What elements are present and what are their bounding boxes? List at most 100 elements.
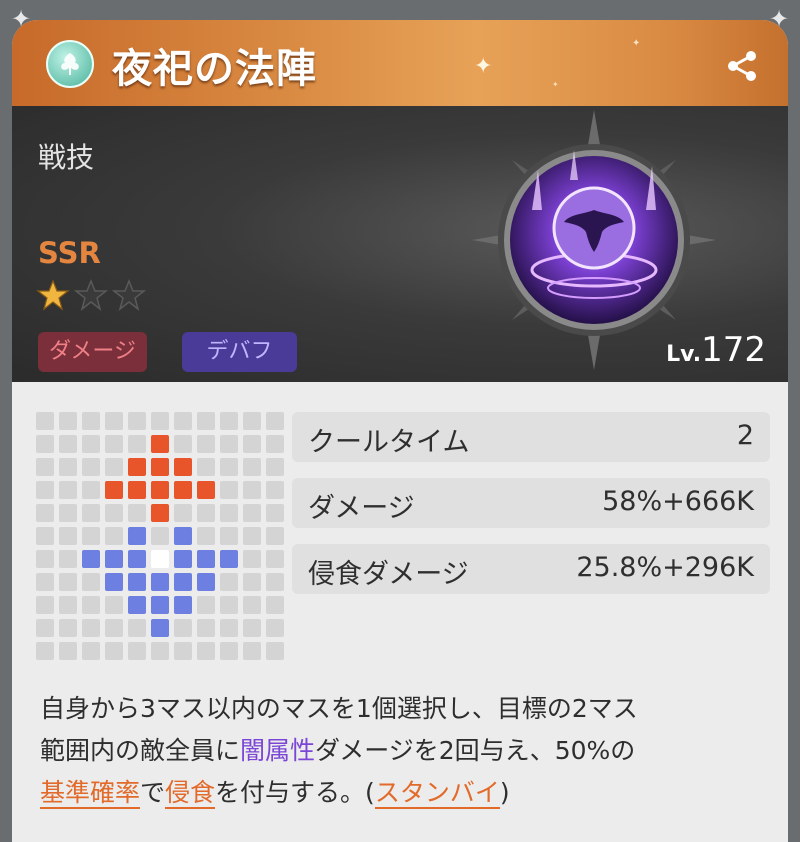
- range-cell-empty: [82, 527, 100, 545]
- range-cell-reach: [128, 527, 146, 545]
- keyword-erosion[interactable]: 侵食: [165, 778, 216, 809]
- range-cell-empty: [128, 619, 146, 637]
- range-cell-target: [174, 481, 192, 499]
- range-cell-empty: [59, 573, 77, 591]
- description-text: ダメージを2回与え、50%の: [315, 736, 636, 765]
- range-cell-target: [128, 458, 146, 476]
- stat-row-damage: ダメージ 58%+666K: [292, 478, 770, 528]
- range-cell-empty: [243, 481, 261, 499]
- range-cell-empty: [220, 642, 238, 660]
- description-text: を付与する。(: [215, 778, 375, 807]
- range-cell-empty: [128, 504, 146, 522]
- range-cell-empty: [128, 642, 146, 660]
- range-cell-empty: [59, 642, 77, 660]
- range-cell-reach: [128, 596, 146, 614]
- skill-details: クールタイム 2 ダメージ 58%+666K 侵食ダメージ 25.8%+296K…: [12, 382, 788, 842]
- description-text: 範囲内の敵全員に: [40, 736, 241, 765]
- description-line: 自身から3マス以内のマスを1個選択し、目標の2マス: [40, 694, 638, 723]
- range-cell-self: [151, 550, 169, 568]
- range-cell-empty: [59, 596, 77, 614]
- range-cell-reach: [151, 596, 169, 614]
- rarity-label: SSR: [38, 236, 101, 270]
- range-cell-empty: [82, 642, 100, 660]
- star-empty-icon: [73, 278, 109, 311]
- range-cell-empty: [174, 412, 192, 430]
- range-cell-empty: [266, 527, 284, 545]
- description-text: ): [499, 778, 510, 807]
- range-cell-empty: [82, 619, 100, 637]
- range-cell-empty: [36, 596, 54, 614]
- range-cell-empty: [266, 596, 284, 614]
- range-cell-empty: [36, 527, 54, 545]
- stat-label: クールタイム: [308, 427, 470, 458]
- range-cell-empty: [151, 642, 169, 660]
- range-cell-empty: [82, 481, 100, 499]
- range-cell-empty: [174, 619, 192, 637]
- range-cell-empty: [243, 458, 261, 476]
- range-cell-empty: [105, 642, 123, 660]
- skill-hero: 戦技 SSR ダメージ デバフ Lv.172: [12, 106, 788, 382]
- range-cell-empty: [266, 642, 284, 660]
- stat-label: 侵食ダメージ: [308, 559, 469, 590]
- range-cell-empty: [36, 550, 54, 568]
- range-cell-empty: [220, 481, 238, 499]
- range-cell-empty: [197, 458, 215, 476]
- range-cell-empty: [266, 573, 284, 591]
- range-cell-empty: [220, 412, 238, 430]
- skill-card: ✦ ✦ ✦ 夜祀の法陣 戦技 SSR ダメージ デバフ Lv.172 クールタイ…: [12, 20, 788, 842]
- range-cell-empty: [82, 573, 100, 591]
- star-empty-icon: [111, 278, 147, 311]
- range-cell-reach: [151, 619, 169, 637]
- skill-title: 夜祀の法陣: [112, 46, 317, 92]
- range-cell-empty: [128, 435, 146, 453]
- level-prefix: Lv.: [666, 342, 702, 367]
- range-cell-reach: [197, 550, 215, 568]
- stat-label: ダメージ: [308, 493, 415, 524]
- range-cell-empty: [105, 412, 123, 430]
- share-button[interactable]: [722, 46, 762, 86]
- range-cell-empty: [220, 573, 238, 591]
- range-cell-reach: [105, 573, 123, 591]
- range-cell-reach: [197, 573, 215, 591]
- range-cell-empty: [243, 619, 261, 637]
- range-cell-empty: [220, 619, 238, 637]
- level-value: 172: [701, 330, 766, 370]
- sparkle-decoration-icon: ✦: [632, 38, 641, 49]
- range-cell-target: [174, 458, 192, 476]
- range-cell-empty: [197, 619, 215, 637]
- range-cell-target: [151, 458, 169, 476]
- range-cell-empty: [266, 504, 284, 522]
- range-cell-empty: [243, 412, 261, 430]
- range-cell-empty: [266, 412, 284, 430]
- range-cell-empty: [36, 412, 54, 430]
- range-cell-empty: [59, 504, 77, 522]
- range-cell-empty: [59, 550, 77, 568]
- range-cell-empty: [36, 504, 54, 522]
- range-cell-empty: [151, 412, 169, 430]
- range-cell-empty: [243, 550, 261, 568]
- description-line: 基準確率で侵食を付与する。(スタンバイ): [40, 772, 770, 814]
- range-cell-empty: [174, 504, 192, 522]
- keyword-base-probability[interactable]: 基準確率: [40, 778, 141, 809]
- range-cell-empty: [220, 458, 238, 476]
- range-cell-empty: [220, 504, 238, 522]
- stat-value: 2: [736, 420, 754, 451]
- range-cell-empty: [36, 435, 54, 453]
- description-line: 範囲内の敵全員に闇属性ダメージを2回与え、50%の: [40, 730, 770, 772]
- range-cell-empty: [59, 619, 77, 637]
- range-cell-target: [128, 481, 146, 499]
- range-cell-empty: [36, 642, 54, 660]
- range-cell-reach: [174, 550, 192, 568]
- keyword-dark-attribute[interactable]: 闇属性: [240, 736, 315, 765]
- range-cell-reach: [174, 573, 192, 591]
- stat-row-erosion-damage: 侵食ダメージ 25.8%+296K: [292, 544, 770, 594]
- range-cell-reach: [128, 573, 146, 591]
- range-cell-empty: [105, 619, 123, 637]
- stat-value: 58%+666K: [602, 486, 754, 517]
- range-cell-empty: [59, 458, 77, 476]
- star-filled-icon: [36, 279, 70, 311]
- range-cell-empty: [266, 619, 284, 637]
- range-cell-empty: [105, 458, 123, 476]
- range-cell-empty: [82, 435, 100, 453]
- keyword-standby[interactable]: スタンバイ: [374, 778, 500, 809]
